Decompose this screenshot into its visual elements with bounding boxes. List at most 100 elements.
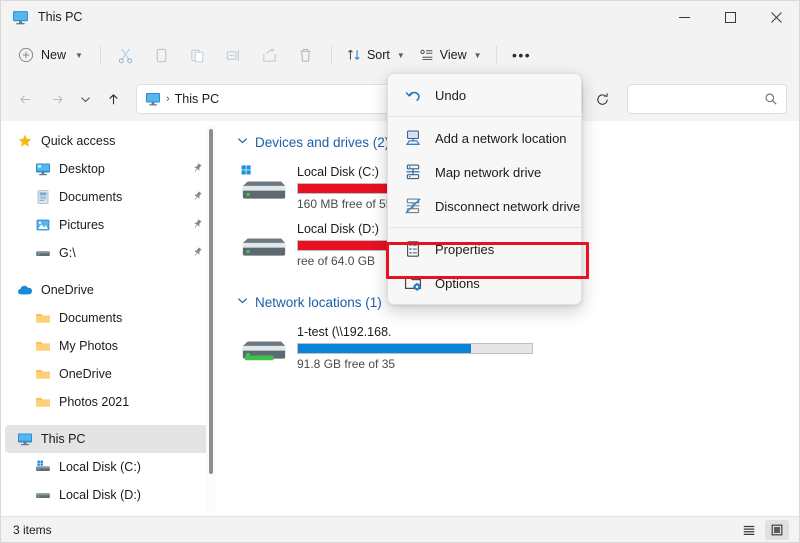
sidebar-item-label: Pictures bbox=[59, 218, 105, 232]
view-toggles bbox=[737, 519, 789, 540]
this-pc-icon bbox=[12, 9, 29, 26]
view-button[interactable]: View ▼ bbox=[412, 39, 489, 71]
sort-icon bbox=[348, 49, 360, 60]
chevron-down-icon[interactable] bbox=[237, 295, 248, 309]
see-more-context-menu[interactable]: Undo Add a network location Map network dr… bbox=[387, 73, 582, 305]
group-title: Devices and drives (2) bbox=[255, 134, 390, 150]
sidebar-item-quick-access[interactable]: Quick access bbox=[5, 127, 211, 155]
group-title: Network locations (1) bbox=[255, 294, 382, 310]
copy-icon bbox=[157, 48, 167, 62]
drive-name: 1-test (\\192.168. bbox=[297, 325, 392, 339]
menu-item-disconnect-network-drive[interactable]: Disconnect network drive bbox=[391, 189, 581, 223]
cut-button[interactable] bbox=[108, 39, 144, 71]
minimize-button[interactable] bbox=[661, 1, 707, 33]
menu-item-add-a-network-location[interactable]: Add a network location bbox=[391, 121, 578, 155]
options-icon bbox=[404, 274, 422, 292]
disconnect-network-drive-icon bbox=[404, 197, 422, 215]
properties-icon bbox=[404, 240, 422, 258]
breadcrumb-separator: › bbox=[166, 93, 170, 105]
sort-button[interactable]: Sort ▼ bbox=[339, 39, 412, 71]
rename-icon bbox=[227, 49, 240, 61]
windows-drive-icon bbox=[35, 459, 51, 475]
up-button[interactable] bbox=[98, 84, 128, 114]
pin-icon[interactable] bbox=[191, 218, 203, 233]
sidebar-item-my-photos[interactable]: My Photos bbox=[5, 332, 211, 360]
back-icon bbox=[19, 94, 30, 104]
pin-icon[interactable] bbox=[191, 246, 203, 261]
sidebar-scrollbar[interactable] bbox=[206, 125, 216, 512]
pictures-icon bbox=[35, 217, 51, 233]
menu-divider bbox=[389, 227, 580, 228]
sidebar-item-label: OneDrive bbox=[59, 367, 112, 381]
sidebar-item-local-disk-d[interactable]: Local Disk (D:) bbox=[5, 481, 211, 509]
desktop-icon bbox=[35, 161, 51, 177]
menu-item-label: Properties bbox=[435, 241, 495, 257]
breadcrumb-this-pc[interactable]: This PC bbox=[175, 92, 219, 106]
new-button-label: New bbox=[41, 48, 67, 62]
recent-locations-button[interactable] bbox=[74, 84, 96, 114]
close-button[interactable] bbox=[753, 1, 799, 33]
delete-button[interactable] bbox=[288, 39, 324, 71]
sidebar-item-local-disk-c[interactable]: Local Disk (C:) bbox=[5, 453, 211, 481]
add-network-location-icon bbox=[404, 129, 422, 147]
sort-button-label: Sort bbox=[366, 48, 390, 62]
chevron-down-icon bbox=[80, 96, 90, 102]
large-icons-view-toggle[interactable] bbox=[765, 519, 789, 540]
item-count-label: 3 items bbox=[13, 522, 52, 537]
chevron-down-icon[interactable] bbox=[237, 135, 248, 149]
paste-button[interactable] bbox=[180, 39, 216, 71]
sidebar-item-this-pc[interactable]: This PC bbox=[5, 425, 211, 453]
sidebar-item-onedrive[interactable]: OneDrive bbox=[5, 276, 211, 304]
see-more-button[interactable]: ••• bbox=[504, 39, 540, 71]
sidebar-item-pictures[interactable]: Pictures bbox=[5, 211, 211, 239]
view-button-label: View bbox=[439, 48, 467, 62]
new-button[interactable]: New ▼ bbox=[11, 39, 93, 71]
view-icon bbox=[420, 49, 433, 60]
sidebar-item-label: My Photos bbox=[59, 339, 119, 353]
menu-item-map-network-drive[interactable]: Map network drive bbox=[391, 155, 578, 189]
menu-item-properties[interactable]: Properties bbox=[391, 232, 578, 266]
sidebar-item-documents[interactable]: Documents bbox=[5, 304, 211, 332]
menu-item-options[interactable]: Options bbox=[391, 266, 578, 300]
sidebar-item-onedrive[interactable]: OneDrive bbox=[5, 360, 211, 388]
forward-button[interactable] bbox=[42, 84, 72, 114]
copy-button[interactable] bbox=[144, 39, 180, 71]
rename-button[interactable] bbox=[216, 39, 252, 71]
details-view-toggle[interactable] bbox=[737, 520, 761, 540]
pin-icon[interactable] bbox=[191, 162, 203, 177]
this-pc-icon bbox=[145, 91, 161, 107]
drive-tile[interactable]: 1-test (\\192.168. 91.8 GB free of 35 bbox=[237, 319, 537, 376]
sidebar-item-documents[interactable]: Documents bbox=[5, 183, 211, 211]
window-title: This PC bbox=[38, 10, 83, 24]
drive-usage-bar bbox=[297, 343, 533, 354]
sidebar-item-g[interactable]: G:\ bbox=[5, 239, 211, 267]
back-button[interactable] bbox=[10, 84, 40, 114]
pin-icon[interactable] bbox=[191, 190, 203, 205]
sidebar-item-label: Documents bbox=[59, 190, 123, 204]
title-bar: This PC bbox=[1, 1, 799, 33]
drive-meta: 1-test (\\192.168. 91.8 GB free of 35 bbox=[297, 324, 533, 371]
navigation-pane[interactable]: Quick access Desktop Documents Pictures G:\ O… bbox=[1, 121, 219, 516]
menu-item-undo[interactable]: Undo bbox=[391, 78, 578, 112]
menu-item-label: Undo bbox=[435, 87, 467, 103]
sidebar-item-1-test-192-168-0-123-z[interactable]: 1-test (\\192.168.0.123) (Z:) bbox=[5, 509, 211, 516]
share-button[interactable] bbox=[252, 39, 288, 71]
search-box[interactable] bbox=[627, 84, 787, 114]
context-menu-items: Undo Add a network location Map network dr… bbox=[388, 78, 581, 300]
sidebar-item-photos-2021[interactable]: Photos 2021 bbox=[5, 388, 211, 416]
large-icons-view-icon bbox=[771, 524, 783, 535]
sidebar-scrollbar-thumb[interactable] bbox=[209, 129, 213, 474]
maximize-button[interactable] bbox=[707, 1, 753, 33]
sidebar-item-desktop[interactable]: Desktop bbox=[5, 155, 211, 183]
sidebar-item-label: Documents bbox=[59, 311, 123, 325]
search-input[interactable] bbox=[636, 91, 764, 107]
drive-icon bbox=[35, 245, 51, 261]
refresh-icon bbox=[596, 92, 608, 105]
sidebar-item-label: Photos 2021 bbox=[59, 395, 130, 409]
chevron-down-icon: ▼ bbox=[75, 50, 83, 60]
navigation-list: Quick access Desktop Documents Pictures G:\ O… bbox=[1, 127, 219, 516]
refresh-button[interactable] bbox=[587, 84, 617, 114]
menu-item-label: Disconnect network drive bbox=[435, 198, 581, 214]
network-drive-icon bbox=[241, 324, 287, 364]
